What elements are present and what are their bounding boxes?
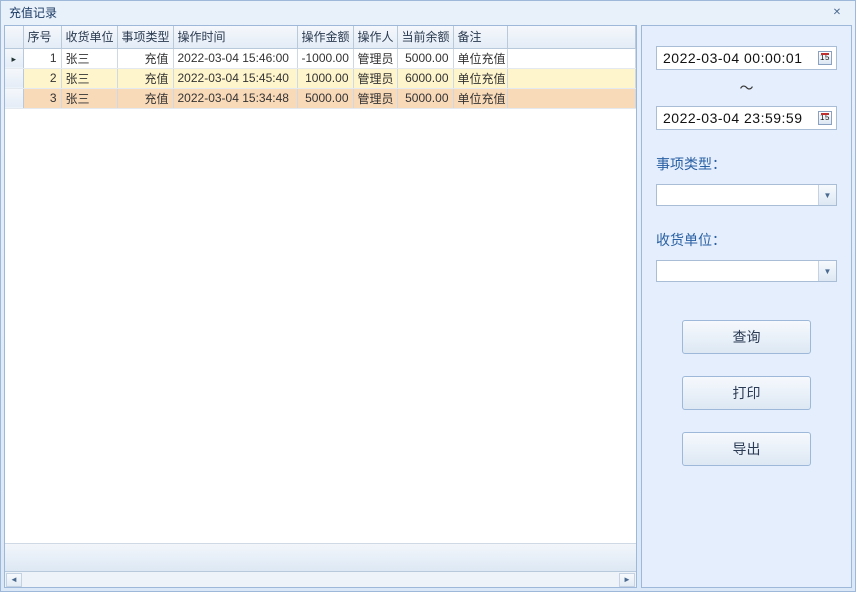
cell-time[interactable]: 2022-03-04 15:46:00: [173, 48, 297, 68]
scroll-track[interactable]: [23, 573, 618, 587]
cell-balance[interactable]: 5000.00: [397, 48, 453, 68]
cell-type[interactable]: 充值: [117, 68, 173, 88]
date-to-value: 2022-03-04 23:59:59: [663, 110, 803, 126]
col-seq[interactable]: 序号: [23, 26, 61, 48]
cell-seq[interactable]: 1: [23, 48, 61, 68]
unit-label: 收货单位：: [656, 230, 837, 250]
date-to-input[interactable]: 2022-03-04 23:59:59 15: [656, 106, 837, 130]
row-selector-header: [5, 26, 23, 48]
col-note[interactable]: 备注: [453, 26, 507, 48]
window-title: 充值记录: [9, 4, 57, 21]
cell-note[interactable]: 单位充值: [453, 88, 507, 108]
cell-amount[interactable]: -1000.00: [297, 48, 353, 68]
print-button[interactable]: 打印: [682, 376, 811, 410]
col-type[interactable]: 事项类型: [117, 26, 173, 48]
cell-balance[interactable]: 6000.00: [397, 68, 453, 88]
cell-time[interactable]: 2022-03-04 15:34:48: [173, 88, 297, 108]
action-buttons: 查询 打印 导出: [656, 320, 837, 466]
table-row[interactable]: ▸ 1张三充值2022-03-04 15:46:00-1000.00管理员5000…: [5, 48, 636, 68]
cell-time[interactable]: 2022-03-04 15:45:40: [173, 68, 297, 88]
table-header-row: 序号 收货单位 事项类型 操作时间 操作金额 操作人 当前余额 备注: [5, 26, 636, 48]
cell-spacer: [507, 48, 636, 68]
calendar-icon[interactable]: 15: [818, 51, 832, 65]
col-time[interactable]: 操作时间: [173, 26, 297, 48]
date-from-input[interactable]: 2022-03-04 00:00:01 15: [656, 46, 837, 70]
cell-unit[interactable]: 张三: [61, 68, 117, 88]
chevron-down-icon[interactable]: ▼: [818, 185, 836, 205]
unit-combo-value: [657, 261, 818, 281]
row-indicator[interactable]: [5, 68, 23, 88]
scroll-right-icon[interactable]: ►: [619, 573, 635, 587]
cell-spacer: [507, 68, 636, 88]
recharge-records-window: 充值记录 ✕: [0, 0, 856, 592]
cell-op[interactable]: 管理员: [353, 68, 397, 88]
query-button[interactable]: 查询: [682, 320, 811, 354]
row-indicator[interactable]: ▸: [5, 48, 23, 68]
table-row[interactable]: 2张三充值2022-03-04 15:45:401000.00管理员6000.0…: [5, 68, 636, 88]
cell-op[interactable]: 管理员: [353, 88, 397, 108]
horizontal-scrollbar[interactable]: ◄ ►: [5, 571, 636, 587]
cell-seq[interactable]: 2: [23, 68, 61, 88]
cell-type[interactable]: 充值: [117, 88, 173, 108]
table-row[interactable]: 3张三充值2022-03-04 15:34:485000.00管理员5000.0…: [5, 88, 636, 108]
type-combo-value: [657, 185, 818, 205]
grid-footer-bar: [5, 543, 636, 571]
cell-note[interactable]: 单位充值: [453, 48, 507, 68]
row-indicator[interactable]: [5, 88, 23, 108]
scroll-left-icon[interactable]: ◄: [6, 573, 22, 587]
type-combo[interactable]: ▼: [656, 184, 837, 206]
close-icon[interactable]: ✕: [825, 5, 849, 19]
cell-unit[interactable]: 张三: [61, 48, 117, 68]
filter-panel: 2022-03-04 00:00:01 15 ～ 2022-03-04 23:5…: [641, 25, 852, 588]
calendar-icon[interactable]: 15: [818, 111, 832, 125]
col-spacer: [507, 26, 636, 48]
content-area: 序号 收货单位 事项类型 操作时间 操作金额 操作人 当前余额 备注 ▸ 1张三充…: [1, 23, 855, 591]
col-amount[interactable]: 操作金额: [297, 26, 353, 48]
cell-type[interactable]: 充值: [117, 48, 173, 68]
cell-spacer: [507, 88, 636, 108]
cell-seq[interactable]: 3: [23, 88, 61, 108]
cell-amount[interactable]: 1000.00: [297, 68, 353, 88]
records-table: 序号 收货单位 事项类型 操作时间 操作金额 操作人 当前余额 备注 ▸ 1张三充…: [5, 26, 636, 109]
cell-balance[interactable]: 5000.00: [397, 88, 453, 108]
export-button[interactable]: 导出: [682, 432, 811, 466]
cell-unit[interactable]: 张三: [61, 88, 117, 108]
cell-note[interactable]: 单位充值: [453, 68, 507, 88]
chevron-down-icon[interactable]: ▼: [818, 261, 836, 281]
titlebar: 充值记录 ✕: [1, 1, 855, 23]
cell-op[interactable]: 管理员: [353, 48, 397, 68]
col-op[interactable]: 操作人: [353, 26, 397, 48]
grid-panel: 序号 收货单位 事项类型 操作时间 操作金额 操作人 当前余额 备注 ▸ 1张三充…: [4, 25, 637, 588]
col-unit[interactable]: 收货单位: [61, 26, 117, 48]
date-from-value: 2022-03-04 00:00:01: [663, 50, 803, 66]
type-label: 事项类型：: [656, 154, 837, 174]
grid-scroll[interactable]: 序号 收货单位 事项类型 操作时间 操作金额 操作人 当前余额 备注 ▸ 1张三充…: [5, 26, 636, 543]
current-row-icon: ▸: [11, 54, 16, 64]
unit-combo[interactable]: ▼: [656, 260, 837, 282]
cell-amount[interactable]: 5000.00: [297, 88, 353, 108]
date-range-separator: ～: [656, 78, 837, 98]
col-balance[interactable]: 当前余额: [397, 26, 453, 48]
